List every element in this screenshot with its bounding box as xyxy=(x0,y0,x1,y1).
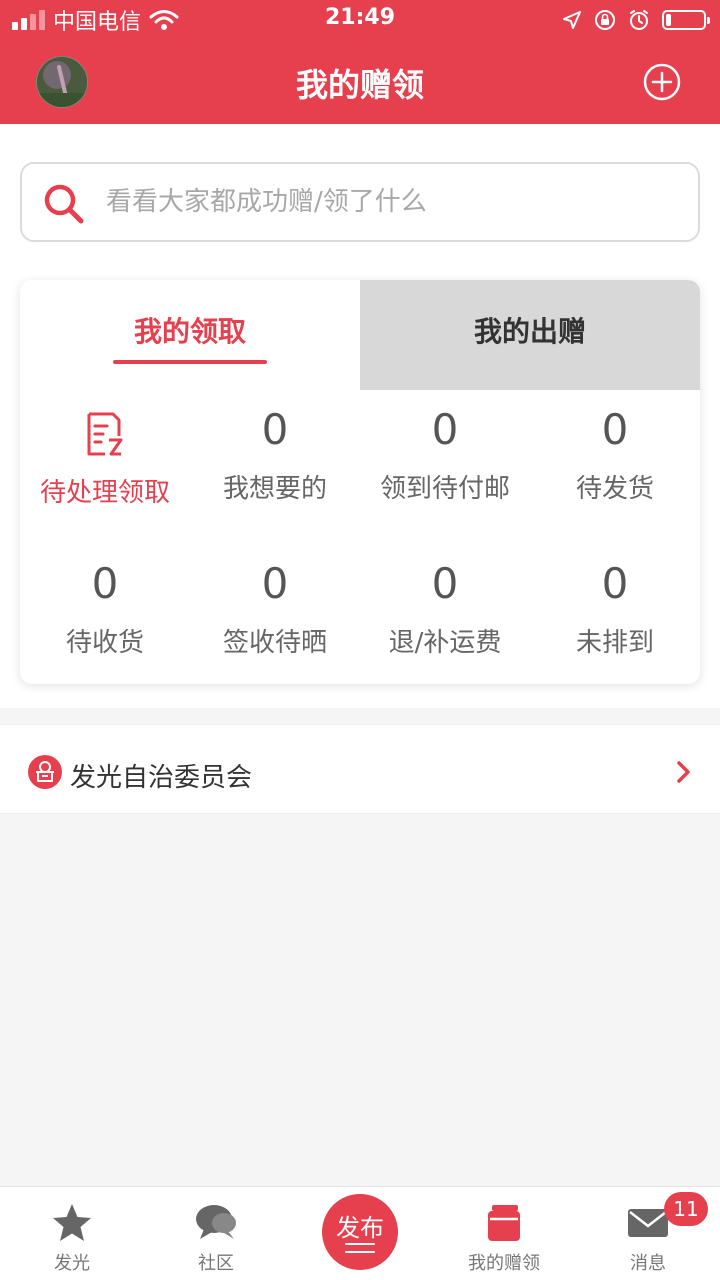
stat-label: 领到待付邮 xyxy=(379,474,510,504)
gift-box-icon xyxy=(488,1205,520,1241)
pending-claims-label: 待处理领取 xyxy=(39,478,170,508)
stat-cell[interactable]: 0 待收货 xyxy=(20,558,190,659)
stat-label: 我想要的 xyxy=(222,474,327,504)
stat-cell[interactable]: 0 待发货 xyxy=(530,404,700,505)
status-right xyxy=(562,6,710,34)
stat-value: 0 xyxy=(261,405,289,454)
status-bar: 中国电信 21:49 xyxy=(0,0,720,40)
search-input[interactable] xyxy=(106,164,676,240)
stat-value: 0 xyxy=(431,405,459,454)
chevron-right-icon xyxy=(677,761,690,783)
search-box[interactable] xyxy=(20,162,700,242)
stat-value: 0 xyxy=(91,559,119,608)
committee-row[interactable]: 发光自治委员会 xyxy=(0,724,720,814)
publish-button[interactable]: 发布 xyxy=(322,1194,398,1270)
tab-my-gifts-claims-label: 我的赠领 xyxy=(468,1253,540,1274)
search-area xyxy=(0,124,720,268)
stat-cell[interactable]: 0 未排到 xyxy=(530,558,700,659)
tab-my-claims[interactable]: 我的领取 xyxy=(20,280,360,390)
pending-claims-cell[interactable]: 待处理领取 xyxy=(20,408,190,509)
add-icon[interactable] xyxy=(642,62,682,102)
stat-cell[interactable]: 0 签收待晒 xyxy=(190,558,360,659)
star-icon xyxy=(53,1204,91,1241)
page-title: 我的赠领 xyxy=(295,66,424,104)
stat-cell[interactable]: 0 退/补运费 xyxy=(360,558,530,659)
stats-grid: 待处理领取 0 我想要的 0 领到待付邮 0 待发货 0 待收货 0 签收待晒 … xyxy=(20,390,700,684)
tab-glow-label: 发光 xyxy=(54,1253,90,1274)
location-arrow-icon xyxy=(563,11,581,29)
search-icon xyxy=(44,184,84,224)
tab-my-gifts[interactable]: 我的出赠 xyxy=(360,280,700,390)
tab-glow[interactable]: 发光 xyxy=(0,1187,144,1280)
rotation-lock-icon xyxy=(595,10,615,30)
stat-value: 0 xyxy=(431,559,459,608)
menu-lines-icon xyxy=(345,1243,375,1253)
stat-label: 签收待晒 xyxy=(222,628,327,658)
stat-cell[interactable]: 0 领到待付邮 xyxy=(360,404,530,505)
nav-bar: 我的赠领 xyxy=(0,40,720,124)
active-tab-underline xyxy=(113,360,267,364)
committee-label: 发光自治委员会 xyxy=(70,763,253,793)
tab-my-gifts-claims[interactable]: 我的赠领 xyxy=(432,1187,576,1280)
tab-messages-label: 消息 xyxy=(630,1253,666,1274)
pending-document-icon xyxy=(87,412,123,456)
tab-my-gifts-label: 我的出赠 xyxy=(473,315,586,348)
stat-label: 退/补运费 xyxy=(388,628,502,658)
chat-bubble-icon xyxy=(196,1205,236,1239)
stat-label: 未排到 xyxy=(575,628,654,658)
stat-cell[interactable]: 0 我想要的 xyxy=(190,404,360,505)
publish-label: 发布 xyxy=(336,1214,384,1242)
alarm-icon xyxy=(630,10,648,30)
battery-icon xyxy=(662,10,710,30)
stat-value: 0 xyxy=(601,559,629,608)
message-count-badge: 11 xyxy=(664,1192,708,1226)
tab-community[interactable]: 社区 xyxy=(144,1187,288,1280)
tab-community-label: 社区 xyxy=(198,1253,234,1274)
stat-label: 待发货 xyxy=(575,474,654,504)
stat-value: 0 xyxy=(261,559,289,608)
my-claims-card: 我的领取 我的出赠 待处理领取 0 我想要的 0 领到待付邮 0 待发货 0 待… xyxy=(20,280,700,684)
tab-my-claims-label: 我的领取 xyxy=(133,315,246,348)
stat-value: 0 xyxy=(601,405,629,454)
stat-label: 待收货 xyxy=(65,628,144,658)
committee-person-icon xyxy=(28,755,62,789)
